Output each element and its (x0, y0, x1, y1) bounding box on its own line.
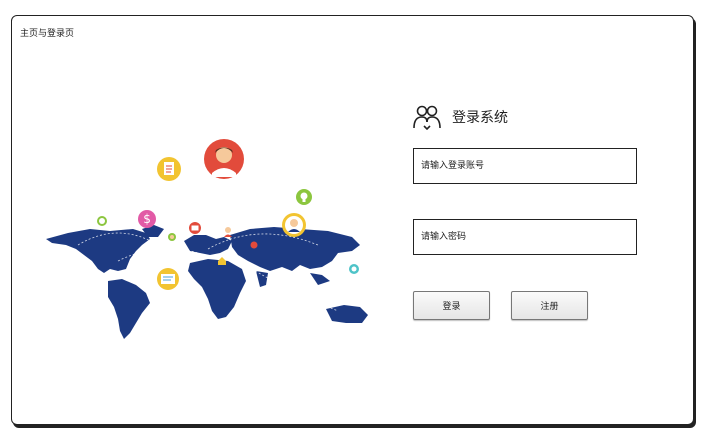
password-input[interactable] (413, 219, 637, 255)
map-australia (326, 305, 368, 323)
account-input[interactable] (413, 148, 637, 184)
user-avatar-icon (282, 213, 306, 237)
map-europe (184, 235, 232, 255)
login-title: 登录系统 (452, 110, 508, 126)
small-avatar-icon (97, 216, 107, 226)
house-icon (218, 257, 226, 265)
register-button[interactable]: 注册 (511, 291, 588, 320)
document-icon (157, 157, 181, 181)
globe-icon (349, 264, 359, 274)
message-icon (157, 268, 179, 290)
login-header: 登录系统 (412, 104, 508, 130)
login-button[interactable]: 登录 (413, 291, 490, 320)
location-pin-icon (250, 241, 258, 249)
world-map-illustration: $ (46, 139, 368, 339)
lightbulb-icon (296, 189, 312, 205)
dollar-icon: $ (138, 210, 156, 228)
main-window: 主页与登录页 $ 登录系统 请输入登录账号 登录 注册 (11, 15, 694, 425)
map-north-america (46, 229, 150, 273)
map-africa (188, 259, 246, 319)
map-south-america (108, 279, 150, 339)
mail-icon (189, 222, 201, 234)
window-title: 主页与登录页 (20, 29, 75, 39)
svg-text:$: $ (143, 212, 151, 226)
user-avatar-icon (204, 139, 244, 179)
users-icon (413, 105, 441, 130)
small-badge-icon (168, 233, 176, 241)
